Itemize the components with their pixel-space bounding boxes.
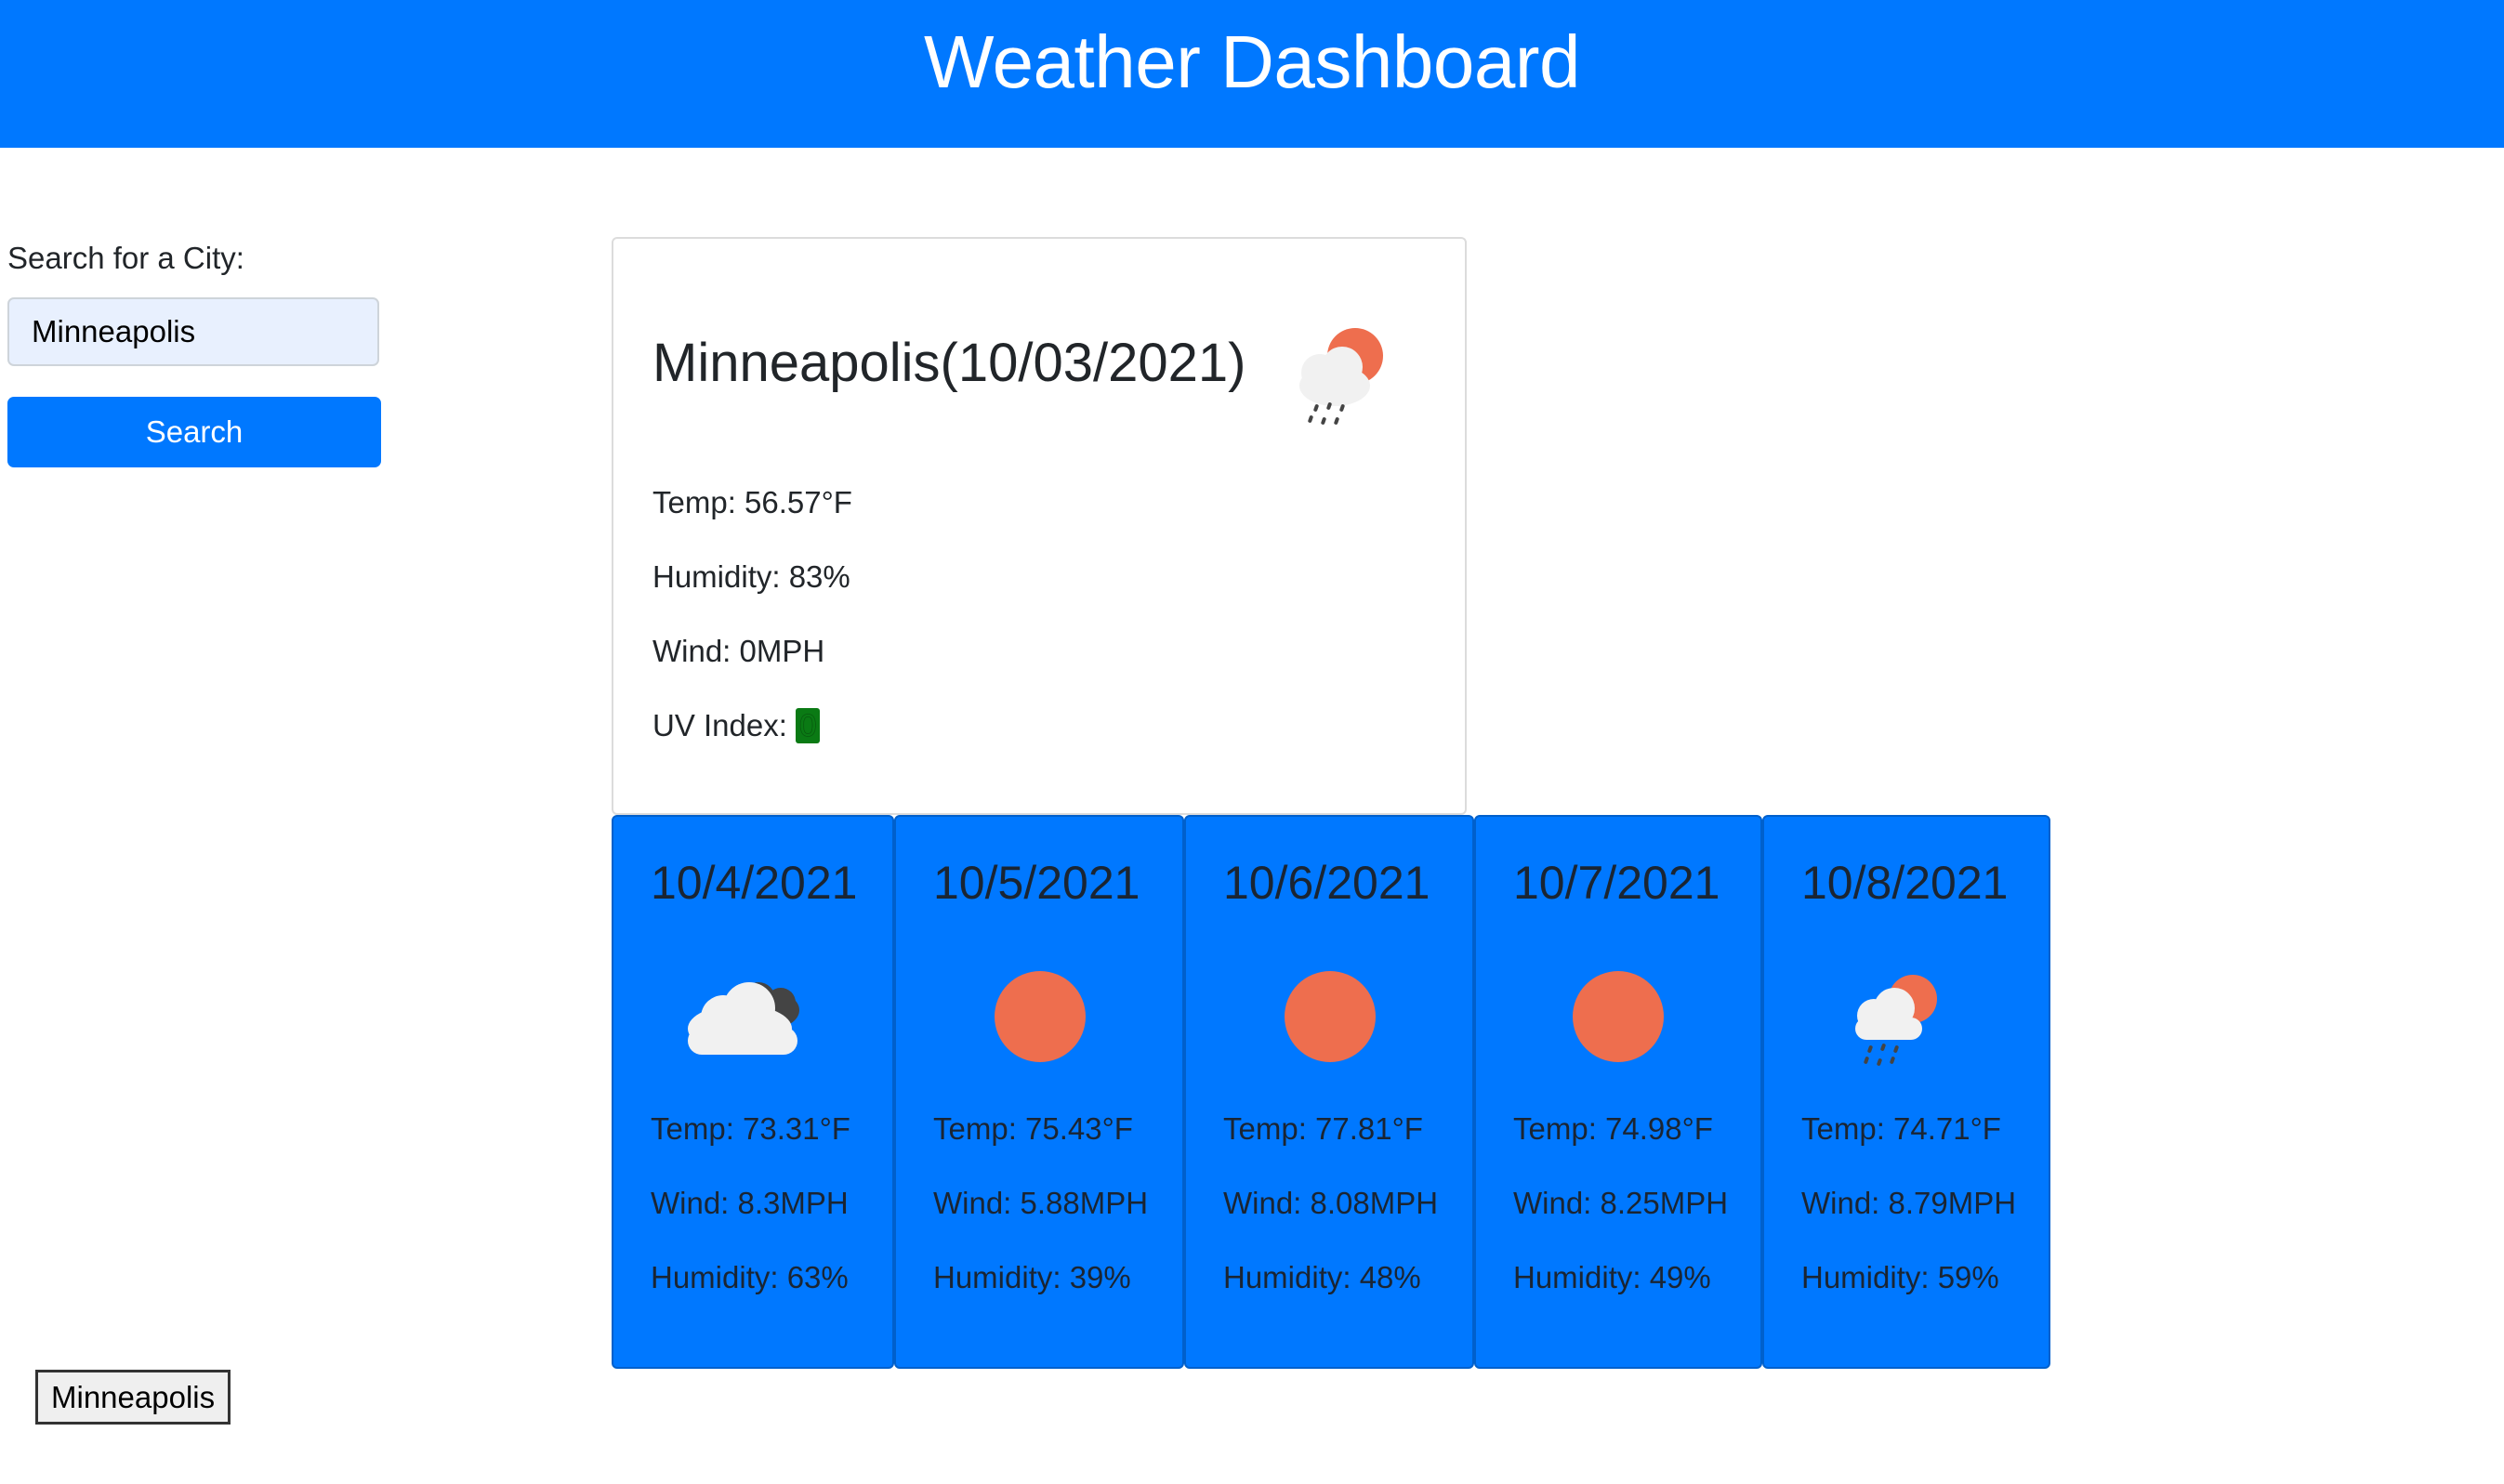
- forecast-card-day-2: 10/5/2021 Temp: 75.43°F Wind: 5.88MPH Hu…: [894, 815, 1184, 1369]
- forecast-date: 10/4/2021: [651, 857, 858, 909]
- forecast-date: 10/6/2021: [1223, 857, 1430, 909]
- sun-cloud-rain-icon: [1281, 311, 1402, 432]
- forecast-wind: Wind: 8.79MPH: [1801, 1186, 2017, 1220]
- forecast-card-day-4: 10/7/2021 Temp: 74.98°F Wind: 8.25MPH Hu…: [1474, 815, 1762, 1369]
- forecast-date: 10/5/2021: [933, 857, 1140, 909]
- uv-badge: 0: [796, 708, 821, 743]
- current-temp: Temp: 56.57°F: [652, 485, 852, 519]
- forecast-temp: Temp: 74.98°F: [1513, 1111, 1713, 1146]
- current-city-date: Minneapolis(10/03/2021): [652, 333, 1246, 393]
- page-header: Weather Dashboard: [0, 0, 2504, 148]
- forecast-card-day-5: 10/8/2021 Temp: 74.71°F Wind: 8.79MPH Hu…: [1762, 815, 2050, 1369]
- forecast-date: 10/8/2021: [1801, 857, 2009, 909]
- city-search-input[interactable]: [7, 297, 379, 366]
- forecast-humidity: Humidity: 39%: [933, 1260, 1131, 1294]
- forecast-temp: Temp: 74.71°F: [1801, 1111, 2001, 1146]
- search-label: Search for a City:: [7, 241, 244, 275]
- forecast-temp: Temp: 77.81°F: [1223, 1111, 1423, 1146]
- page-title: Weather Dashboard: [924, 20, 1581, 103]
- forecast-wind: Wind: 8.08MPH: [1223, 1186, 1439, 1220]
- forecast-temp: Temp: 73.31°F: [651, 1111, 850, 1146]
- current-uv-index: UV Index: 0: [652, 708, 821, 743]
- forecast-wind: Wind: 5.88MPH: [933, 1186, 1149, 1220]
- forecast-wind: Wind: 8.3MPH: [651, 1186, 849, 1220]
- current-humidity: Humidity: 83%: [652, 559, 850, 594]
- forecast-humidity: Humidity: 63%: [651, 1260, 849, 1294]
- forecast-card-day-3: 10/6/2021 Temp: 77.81°F Wind: 8.08MPH Hu…: [1184, 815, 1474, 1369]
- broken-clouds-icon: [679, 956, 818, 1077]
- sun-icon: [970, 956, 1110, 1077]
- search-button[interactable]: Search: [7, 397, 381, 467]
- current-wind: Wind: 0MPH: [652, 634, 825, 668]
- forecast-wind: Wind: 8.25MPH: [1513, 1186, 1729, 1220]
- current-weather-card: Minneapolis(10/03/2021) Temp: 56.57°F Hu…: [612, 237, 1467, 815]
- forecast-humidity: Humidity: 49%: [1513, 1260, 1711, 1294]
- forecast-humidity: Humidity: 59%: [1801, 1260, 1999, 1294]
- forecast-temp: Temp: 75.43°F: [933, 1111, 1133, 1146]
- forecast-humidity: Humidity: 48%: [1223, 1260, 1421, 1294]
- forecast-date: 10/7/2021: [1513, 857, 1720, 909]
- sun-cloud-rain-icon: [1831, 956, 1970, 1077]
- sun-icon: [1260, 956, 1400, 1077]
- sun-icon: [1549, 956, 1688, 1077]
- forecast-card-day-1: 10/4/2021 Temp: 73.31°F Wind: 8.3MPH Hum…: [612, 815, 894, 1369]
- history-city-button[interactable]: Minneapolis: [35, 1370, 231, 1425]
- uv-label: UV Index:: [652, 708, 797, 742]
